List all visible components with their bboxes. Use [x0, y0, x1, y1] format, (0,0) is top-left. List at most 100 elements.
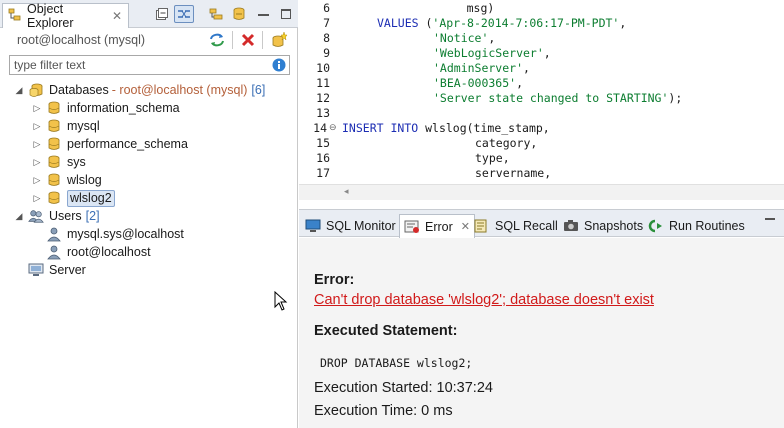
tree-item-schema[interactable]: ▷ performance_schema — [32, 135, 188, 153]
user-icon — [46, 226, 62, 242]
line-number: 11 — [316, 76, 330, 90]
code-line: 'AdminServer', — [433, 61, 530, 75]
tab-label: SQL Monitor — [326, 219, 396, 233]
collapse-all-button[interactable] — [152, 5, 172, 23]
code-line: category, — [475, 136, 538, 150]
collapsed-arrow-icon[interactable]: ▷ — [32, 175, 42, 186]
expanded-arrow-icon[interactable]: ◢ — [14, 85, 24, 96]
mouse-cursor-icon — [274, 291, 288, 311]
tab-sql-monitor[interactable]: SQL Monitor — [305, 214, 396, 238]
tab-snapshots[interactable]: Snapshots — [563, 214, 643, 238]
tree-label: sys — [67, 155, 86, 169]
view-menu-icon — [233, 7, 245, 20]
tree-item-user[interactable]: root@localhost — [46, 243, 151, 261]
sql-editor[interactable]: 6 7 8 9 10 11 12 13 14 15 16 17 ⊖ msg) V… — [299, 0, 784, 200]
tree-item-schema[interactable]: ▷ sys — [32, 153, 86, 171]
refresh-icon — [210, 33, 224, 47]
server-icon — [28, 262, 44, 278]
tree-item-schema[interactable]: ▷ wlslog — [32, 171, 102, 189]
tree-label: Users — [49, 209, 82, 223]
horizontal-scrollbar[interactable]: ◂ — [299, 184, 784, 200]
scroll-left-icon[interactable]: ◂ — [344, 186, 349, 197]
code-line: 'Notice', — [433, 31, 496, 45]
code-line: servername, — [475, 166, 552, 180]
collapsed-arrow-icon[interactable]: ▷ — [32, 121, 42, 132]
database-icon — [46, 118, 62, 134]
tab-run-routines[interactable]: Run Routines — [648, 214, 745, 238]
tree-item-users[interactable]: ◢ Users [2] — [14, 207, 100, 225]
database-icon — [46, 172, 62, 188]
tree-item-schema-selected[interactable]: ▷ wlslog2 — [32, 189, 115, 207]
line-number: 15 — [316, 136, 330, 150]
line-number: 6 — [323, 1, 330, 15]
filter-button[interactable] — [206, 5, 226, 23]
execution-started: Execution Started: 10:37:24 — [314, 380, 493, 396]
tree-label: information_schema — [67, 101, 180, 115]
tree-item-user[interactable]: mysql.sys@localhost — [46, 225, 184, 243]
new-connection-button[interactable] — [269, 30, 289, 50]
refresh-button[interactable] — [207, 30, 227, 50]
minimize-icon[interactable] — [765, 218, 775, 220]
error-heading: Error: — [314, 272, 355, 288]
filter-field[interactable] — [9, 55, 290, 75]
run-routines-icon — [648, 219, 662, 233]
code-line: 'Server state changed to STARTING'); — [433, 91, 683, 105]
users-icon — [28, 208, 44, 224]
tree-item-schema[interactable]: ▷ information_schema — [32, 99, 180, 117]
collapsed-arrow-icon[interactable]: ▷ — [32, 103, 42, 114]
line-number: 7 — [323, 16, 330, 30]
close-icon[interactable]: ✕ — [112, 9, 122, 23]
monitor-icon — [305, 219, 321, 232]
tree-connection-text: - root@localhost (mysql) — [111, 83, 248, 97]
maximize-button[interactable] — [276, 5, 296, 23]
database-icon — [46, 100, 62, 116]
code-line: INSERT INTO wlslog(time_stamp, — [342, 121, 550, 135]
error-tab-icon — [404, 220, 419, 233]
collapsed-arrow-icon[interactable]: ▷ — [32, 139, 42, 150]
database-icon — [46, 190, 62, 206]
collapse-all-icon — [156, 8, 168, 20]
connection-label: root@localhost (mysql) — [17, 33, 146, 47]
error-message-link[interactable]: Can't drop database 'wlslog2'; database … — [314, 292, 654, 308]
disconnect-icon — [241, 33, 255, 47]
fold-toggle-icon[interactable]: ⊖ — [329, 122, 337, 133]
tab-object-explorer[interactable]: Object Explorer ✕ — [2, 2, 129, 30]
tree-item-schema[interactable]: ▷ mysql — [32, 117, 100, 135]
tree-label: root@localhost — [67, 245, 151, 259]
link-editor-icon — [178, 10, 190, 18]
disconnect-button[interactable] — [238, 30, 258, 50]
close-icon[interactable]: ✕ — [461, 220, 470, 233]
tab-error[interactable]: Error ✕ — [399, 214, 475, 238]
code-line: type, — [475, 151, 510, 165]
filter-input[interactable] — [10, 58, 260, 72]
info-icon[interactable] — [272, 58, 286, 75]
error-details: Error: Can't drop database 'wlslog2'; da… — [299, 238, 784, 428]
executed-statement-heading: Executed Statement: — [314, 323, 458, 339]
bottom-panel-tabbar: SQL Monitor Error ✕ SQL Recall Snapshots… — [299, 209, 784, 238]
expanded-arrow-icon[interactable]: ◢ — [14, 211, 24, 222]
database-icon — [46, 136, 62, 152]
tab-sql-recall[interactable]: SQL Recall — [474, 214, 558, 238]
collapsed-arrow-icon[interactable]: ▷ — [32, 157, 42, 168]
new-connection-icon — [272, 31, 288, 47]
tab-label: Run Routines — [669, 219, 745, 233]
tree-label: Databases — [49, 83, 109, 97]
minimize-icon — [257, 14, 269, 16]
object-explorer-icon — [8, 8, 22, 25]
view-menu-button[interactable] — [229, 5, 249, 23]
link-editor-button[interactable] — [174, 5, 194, 23]
line-number: 16 — [316, 151, 330, 165]
tree-label: wlslog — [67, 173, 102, 187]
tree-item-databases[interactable]: ◢ Databases - root@localhost (mysql) [6] — [14, 81, 266, 99]
tree-label: mysql.sys@localhost — [67, 227, 184, 241]
filter-icon — [209, 8, 223, 20]
sql-recall-icon — [474, 219, 487, 233]
toolbar-separator — [232, 31, 233, 49]
object-explorer-tabbar: Object Explorer ✕ — [0, 0, 298, 30]
maximize-icon — [281, 9, 291, 19]
tree-item-server[interactable]: Server — [28, 261, 86, 279]
minimize-button[interactable] — [253, 5, 273, 23]
collapsed-arrow-icon[interactable]: ▷ — [32, 193, 42, 204]
line-number: 8 — [323, 31, 330, 45]
code-line: 'BEA-000365', — [433, 76, 524, 90]
